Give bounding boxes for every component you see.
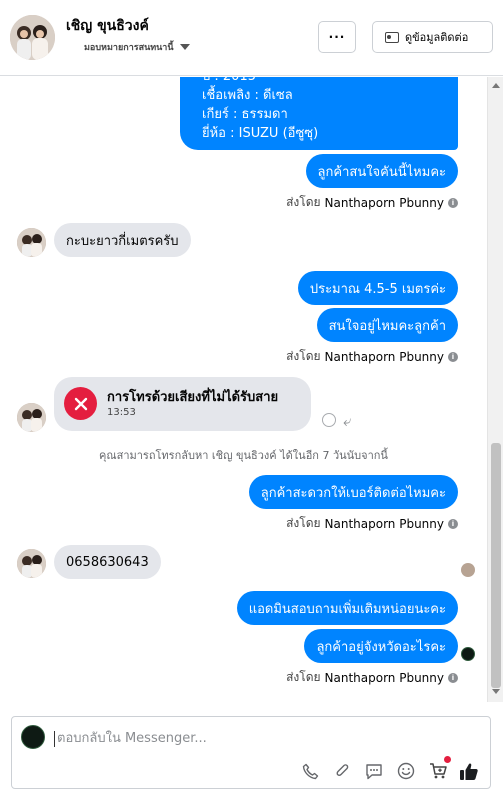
view-contact-button[interactable]: ดูข้อมูลติดต่อ (372, 21, 493, 53)
sent-by-label: ส่งโดย Nanthaporn Pbunny i (286, 668, 458, 687)
sent-by-label: ส่งโดย Nanthaporn Pbunny i (286, 193, 458, 212)
view-contact-label: ดูข้อมูลติดต่อ (405, 31, 469, 44)
outgoing-message[interactable]: ลูกค้าสะดวกให้เบอร์ติดต่อไหมคะ (248, 475, 458, 509)
car-detail-line: ยี่ห้อ : ISUZU (อีซูซุ) (202, 126, 319, 141)
car-details-message[interactable]: ปี : 2015 เชื้อเพลิง : ดีเซล เกียร์ : ธร… (180, 77, 458, 150)
seen-avatar (461, 647, 475, 661)
missed-call-title: การโทรด้วยเสียงที่ไม่ได้รับสาย (107, 390, 279, 405)
emoji-icon[interactable] (396, 761, 416, 781)
message-thread: ปี : 2015 เชื้อเพลิง : ดีเซล เกียร์ : ธร… (0, 77, 487, 702)
more-options-button[interactable]: ··· (318, 21, 356, 53)
cart-icon[interactable] (428, 761, 448, 781)
reply-input[interactable]: ตอบกลับใน Messenger... (54, 731, 207, 747)
sent-by-label: ส่งโดย Nanthaporn Pbunny i (286, 514, 458, 533)
missed-call-card[interactable]: การโทรด้วยเสียงที่ไม่ได้รับสาย 13:53 (54, 377, 311, 431)
info-icon[interactable]: i (448, 672, 458, 683)
scroll-down-arrow-icon[interactable] (492, 689, 500, 694)
sent-by-agent: Nanthaporn Pbunny (324, 349, 444, 364)
thumbs-up-icon[interactable] (459, 761, 479, 781)
phone-icon[interactable] (300, 761, 320, 781)
contact-avatar-small (17, 403, 46, 432)
sent-by-prefix: ส่งโดย (286, 349, 321, 363)
thread-scrollbar[interactable] (487, 77, 503, 702)
sent-by-agent: Nanthaporn Pbunny (324, 670, 444, 685)
incoming-message[interactable]: กะบะยาวกี่เมตรครับ (54, 223, 191, 257)
callback-note: คุณสามารถโทรกลับหา เชิญ ขุนธิวงค์ ได้ในอ… (99, 449, 388, 462)
outgoing-message[interactable]: ลูกค้าอยู่จังหวัดอะไรคะ (304, 629, 458, 663)
outgoing-message[interactable]: ประมาณ 4.5-5 เมตรค่ะ (297, 271, 458, 305)
scroll-up-arrow-icon[interactable] (492, 83, 500, 88)
sent-by-prefix: ส่งโดย (286, 195, 321, 209)
paperclip-icon[interactable] (332, 761, 352, 781)
outgoing-message[interactable]: ลูกค้าสนใจคันนี้ไหมคะ (305, 154, 458, 188)
emoji-icon[interactable] (322, 413, 336, 427)
sent-by-label: ส่งโดย Nanthaporn Pbunny i (286, 347, 458, 366)
outgoing-message[interactable]: สนใจอยู่ไหมคะลูกค้า (316, 308, 458, 342)
reply-composer: ตอบกลับใน Messenger... (11, 716, 491, 789)
assign-conversation-dropdown[interactable]: มอบหมายการสนทนานี้ (84, 40, 190, 54)
notification-dot (444, 756, 451, 763)
scrollbar-thumb[interactable] (491, 443, 501, 688)
contact-name: เชิญ ขุนธิวงค์ (66, 18, 149, 34)
contact-avatar[interactable] (10, 15, 55, 60)
missed-call-icon (64, 387, 97, 420)
info-icon[interactable]: i (448, 197, 458, 208)
conversation-header: เชิญ ขุนธิวงค์ มอบหมายการสนทนานี้ ··· ดู… (0, 0, 503, 76)
missed-call-time: 13:53 (107, 407, 136, 418)
assign-label: มอบหมายการสนทนานี้ (84, 43, 174, 53)
contact-avatar-small (17, 228, 46, 257)
contact-card-icon (385, 31, 399, 43)
read-receipt-avatar (461, 563, 475, 577)
page-avatar (21, 725, 45, 749)
sent-by-prefix: ส่งโดย (286, 516, 321, 530)
sent-by-agent: Nanthaporn Pbunny (324, 195, 444, 210)
outgoing-message[interactable]: แอดมินสอบถามเพิ่มเติมหน่อยนะคะ (236, 591, 458, 625)
info-icon[interactable]: i (448, 518, 458, 529)
incoming-message[interactable]: 0658630643 (54, 545, 161, 579)
chat-bubble-icon[interactable] (364, 761, 384, 781)
car-detail-line: เกียร์ : ธรรมดา (202, 107, 288, 122)
reply-icon[interactable]: ⤶ (343, 412, 351, 430)
contact-avatar-small (17, 549, 46, 578)
sent-by-prefix: ส่งโดย (286, 670, 321, 684)
car-detail-line: เชื้อเพลิง : ดีเซล (202, 88, 293, 103)
info-icon[interactable]: i (448, 351, 458, 362)
car-detail-line: ปี : 2015 (202, 77, 444, 86)
chevron-down-icon (179, 44, 190, 50)
sent-by-agent: Nanthaporn Pbunny (324, 516, 444, 531)
